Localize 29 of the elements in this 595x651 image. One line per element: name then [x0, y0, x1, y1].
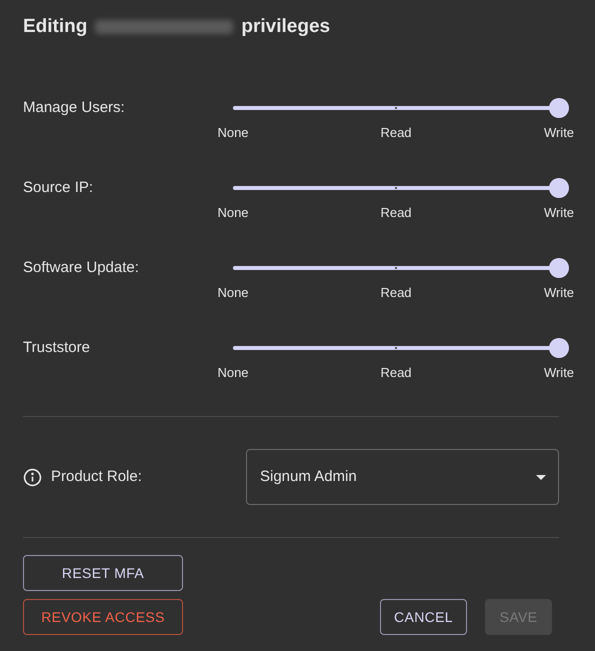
- slider-stop-label: Write: [544, 364, 574, 382]
- slider-stop-label: None: [217, 124, 249, 142]
- slider-stop-label: Read: [380, 364, 412, 382]
- slider-stop-label: Read: [380, 284, 412, 302]
- permission-label: Manage Users:: [23, 98, 125, 118]
- slider-thumb[interactable]: [549, 338, 569, 358]
- slider-stop-label: None: [217, 204, 249, 222]
- dialog-title-text: Editing: [23, 15, 88, 39]
- slider-thumb[interactable]: [549, 258, 569, 278]
- revoke-button[interactable]: REVOKE ACCESS: [23, 599, 183, 635]
- permission-label: Source IP:: [23, 178, 94, 198]
- permission-label: Truststore: [23, 338, 90, 358]
- info-icon: [23, 468, 42, 486]
- action-button[interactable]: CANCEL: [380, 599, 467, 635]
- slider-stop-label: Read: [380, 204, 412, 222]
- permission-label: Software Update:: [23, 258, 139, 278]
- slider-stop-label: Write: [544, 124, 574, 142]
- action-button[interactable]: RESET MFA: [23, 555, 183, 591]
- slider-thumb[interactable]: [549, 98, 569, 118]
- slider-stop-label: None: [217, 364, 249, 382]
- slider-stop-label: Read: [380, 124, 412, 142]
- product-role-select[interactable]: Signum Admin: [246, 449, 559, 505]
- product-role-label: Product Role:: [51, 466, 142, 487]
- slider-stop-label: Write: [544, 204, 574, 222]
- slider-stop-label: Write: [544, 284, 574, 302]
- slider-stop-label: None: [217, 284, 249, 302]
- dialog-title-text: privileges: [241, 15, 330, 39]
- slider-thumb[interactable]: [549, 178, 569, 198]
- caret-icon: [536, 474, 546, 480]
